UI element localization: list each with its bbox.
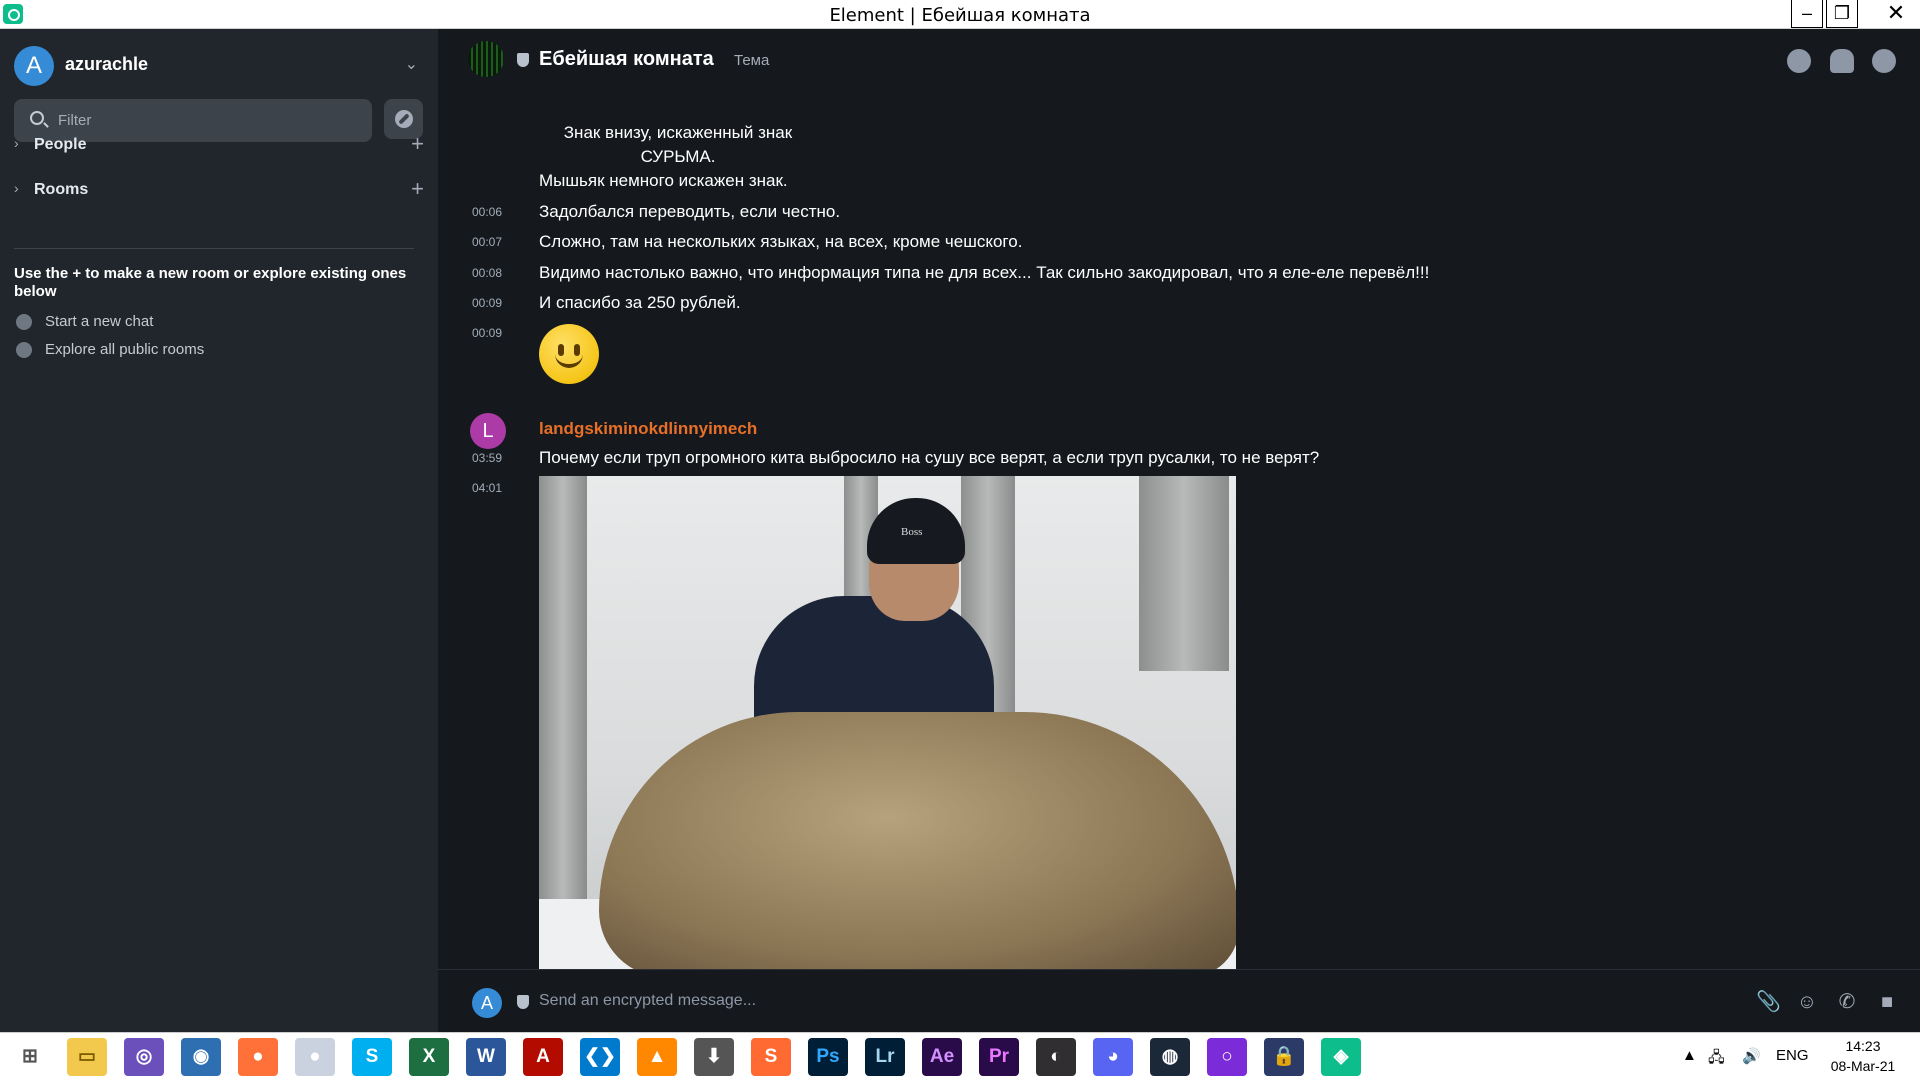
message-composer: A 📎 ☺ ✆ ■ [438,969,1920,1032]
room-name[interactable]: Ебейшая комната [539,48,714,71]
message-text: Почему если труп огромного кита выбросил… [539,448,1320,467]
message-timestamp: 00:09 [472,296,503,310]
message-timestamp: 00:08 [472,266,503,280]
chevron-right-icon[interactable]: › [14,135,19,151]
windows-start-icon[interactable]: ⊞ [10,1038,50,1076]
element-app-icon[interactable]: ◈ [1321,1038,1361,1076]
file-explorer-icon[interactable]: ▭ [67,1038,107,1076]
start-new-chat-link[interactable]: Start a new chat [14,312,314,332]
shield-icon [517,53,529,67]
tray-expand-icon[interactable]: ▲ [1682,1047,1697,1064]
room-header: Ебейшая комната Тема [438,29,1920,93]
user-menu[interactable]: A azurachle ⌄ [14,46,418,86]
section-rooms[interactable]: › Rooms + [14,176,424,202]
video-icon[interactable]: ■ [1876,991,1898,1013]
smiley-emoji-icon [539,324,599,384]
section-people[interactable]: › People + [14,131,424,157]
word-icon[interactable]: W [466,1038,506,1076]
add-people-button[interactable]: + [411,131,424,157]
firefox-icon[interactable]: ● [238,1038,278,1076]
clock-date: 08-Mar-21 [1830,1058,1896,1074]
torrent-icon[interactable]: ◎ [124,1038,164,1076]
window-titlebar: Element | Ебейшая комната – ❐ ✕ [0,0,1920,29]
compass-icon [395,110,413,128]
shield-icon [517,995,529,1009]
premiere-icon[interactable]: Pr [979,1038,1019,1076]
cortana-icon[interactable]: ○ [1207,1038,1247,1076]
section-label-people[interactable]: People [34,136,86,154]
excel-icon[interactable]: X [409,1038,449,1076]
chevron-down-icon[interactable]: ⌄ [405,54,418,74]
message-text: И спасибо за 250 рублей. [539,293,741,312]
obs-icon[interactable]: ◐ [1036,1038,1076,1076]
steam-icon[interactable]: ◍ [1150,1038,1190,1076]
windows-taskbar: ⊞ ▭ ◎ ◉ ● ● S X W A ❮❯ ▲ ⬇ S Ps Lr Ae Pr ◐ ◕ ◍ ○ 🔒 ◈ ▲ 🖧 🔊 ENG … [0,1032,1920,1080]
message-text: Видимо настолько важно, что информация т… [539,263,1430,282]
bell-icon[interactable] [1830,49,1854,73]
lock-app-icon[interactable]: 🔒 [1264,1038,1304,1076]
message-line: СУРЬМА. [640,147,716,166]
message-timestamp: 03:59 [472,451,503,465]
message-timestamp: 00:07 [472,235,503,249]
after-effects-icon[interactable]: Ae [922,1038,962,1076]
volume-icon[interactable]: 🔊 [1742,1047,1761,1065]
close-button[interactable]: ✕ [1872,0,1920,28]
skype-icon[interactable]: S [352,1038,392,1076]
room-topic[interactable]: Тема [734,52,769,69]
explore-public-rooms-link[interactable]: Explore all public rooms [14,340,314,360]
empty-hint: Use the + to make a new room or explore … [14,265,407,300]
composer-avatar: A [472,988,502,1018]
search-icon [30,111,44,125]
search-icon[interactable] [1787,49,1811,73]
user-name: azurachle [65,54,149,74]
explore-public-rooms-label[interactable]: Explore all public rooms [45,341,204,358]
paperclip-icon[interactable]: 📎 [1756,991,1781,1013]
network-icon[interactable]: 🖧 [1708,1047,1725,1072]
message-timeline[interactable]: Знак внизу, искаженный знак СУРЬМА. Мышь… [438,93,1920,969]
message-line: Знак внизу, искаженный знак [563,123,793,142]
sender-name[interactable]: landgskiminokdlinnyimech [539,419,757,439]
lightroom-icon[interactable]: Lr [865,1038,905,1076]
start-new-chat-label[interactable]: Start a new chat [45,313,153,330]
sublime-icon[interactable]: S [751,1038,791,1076]
room-list-sidebar: A azurachle ⌄ › People + › Rooms + Use t… [0,29,438,1032]
user-avatar[interactable]: A [14,46,54,86]
message-timestamp: 04:01 [472,481,503,495]
room-avatar[interactable] [468,41,504,77]
message-timestamp: 00:06 [472,205,503,219]
phone-icon[interactable]: ✆ [1836,991,1858,1013]
message-image[interactable]: Boss [539,476,1236,969]
minimize-button[interactable]: – [1791,0,1823,28]
system-clock[interactable]: 14:23 08-Mar-21 [1818,1036,1908,1076]
divider [14,248,414,249]
message-text: Мышьяк немного искажен знак. [539,171,788,190]
chevron-right-icon[interactable]: › [14,180,19,196]
vscode-icon[interactable]: ❮❯ [580,1038,620,1076]
section-label-rooms[interactable]: Rooms [34,181,88,199]
hat-logo-text: Boss [901,526,923,538]
info-icon[interactable] [1872,49,1896,73]
message-text: Сложно, там на нескольких языках, на все… [539,232,1023,251]
sender-avatar[interactable]: L [470,413,506,449]
message-timestamp: 00:09 [472,326,503,340]
chat-bubble-icon [16,314,32,330]
compass-icon [16,342,32,358]
acrobat-icon[interactable]: A [523,1038,563,1076]
clock-time: 14:23 [1845,1038,1881,1054]
language-indicator[interactable]: ENG [1776,1047,1809,1064]
photoshop-icon[interactable]: Ps [808,1038,848,1076]
message-input[interactable] [539,984,1639,1018]
moon-app-icon[interactable]: ● [295,1038,335,1076]
window-title: Element | Ебейшая комната [829,5,1091,26]
discord-icon[interactable]: ◕ [1093,1038,1133,1076]
download-icon[interactable]: ⬇ [694,1038,734,1076]
vlc-icon[interactable]: ▲ [637,1038,677,1076]
emoji-icon[interactable]: ☺ [1796,991,1818,1013]
browser-globe-icon[interactable]: ◉ [181,1038,221,1076]
maximize-button[interactable]: ❐ [1826,0,1858,28]
add-room-button[interactable]: + [411,176,424,202]
message-text: Задолбался переводить, если честно. [539,202,841,221]
